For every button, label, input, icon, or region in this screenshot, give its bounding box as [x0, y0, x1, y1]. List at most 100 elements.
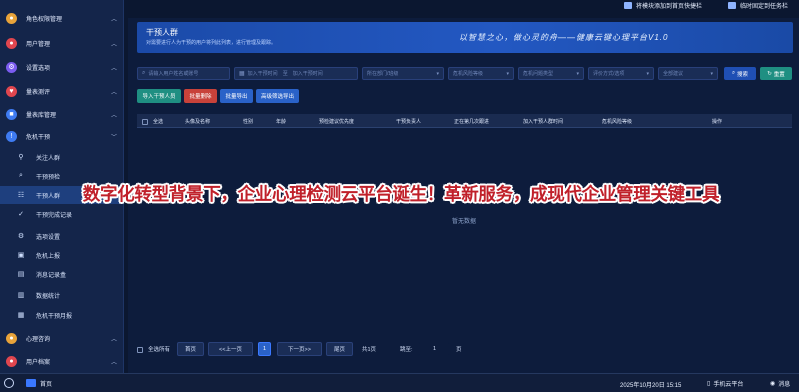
bell-icon: ◉	[770, 381, 776, 387]
messages-button[interactable]: ◉ 消息	[770, 379, 790, 388]
first-page-button[interactable]: 首页	[177, 342, 204, 356]
sidebar-subitem-inbox[interactable]: ▤ 消息记录盒	[0, 265, 123, 283]
report-icon: ▦	[17, 312, 25, 319]
alert-icon: !	[6, 130, 17, 142]
advanced-filter-button[interactable]: 高级筛选导出	[256, 89, 299, 103]
sidebar-subitem-options[interactable]: ⚙ 选项设置	[0, 227, 123, 245]
col-join-time: 加入干预人群时间	[523, 119, 564, 125]
check-icon: ✓	[18, 211, 24, 218]
sidebar-item-archives[interactable]: ● 用户档案 ︿	[0, 352, 123, 370]
empty-state: 暂无数据	[452, 219, 477, 225]
sidebar-item-users[interactable]: ● 用户管理 ︿	[0, 34, 123, 52]
sidebar-item-counseling[interactable]: ● 心理咨询 ︿	[0, 329, 123, 347]
refresh-icon: ↻	[767, 70, 772, 77]
jump-page-input[interactable]: 1	[418, 342, 450, 356]
reset-button[interactable]: ↻ 重置	[760, 67, 792, 80]
dept-select[interactable]: 所在部门/班级 ▾	[362, 67, 444, 80]
power-icon[interactable]	[4, 378, 14, 388]
chevron-down-icon: ▾	[646, 70, 649, 77]
sidebar-subitem-records[interactable]: ✓ 干预完成记录	[0, 205, 123, 223]
jump-label: 跳至:	[400, 347, 413, 353]
monitor-icon	[26, 379, 36, 387]
name-search-input[interactable]: ⌕ 请输入用户姓名或账号	[137, 67, 230, 80]
col-gender: 性别	[243, 119, 254, 125]
inbox-icon: ▤	[17, 271, 25, 278]
add-shortcut-button[interactable]: 将模块添加到首页快捷栏	[624, 0, 702, 10]
col-priority: 预检建议优先度	[319, 119, 355, 125]
page-suffix: 页	[456, 347, 462, 353]
prev-page-button[interactable]: <<上一页	[208, 342, 253, 356]
heart-icon: ♥	[6, 85, 17, 97]
chevron-up-icon: ︿	[110, 41, 117, 48]
users-icon: ●	[6, 37, 17, 49]
search-icon: ⌕	[142, 70, 146, 76]
gear-icon: ⚙	[17, 233, 25, 240]
chevron-up-icon: ︿	[110, 336, 117, 343]
overlay-caption: 数字化转型背景下，企业心理检测云平台诞生！革新服务，成现代企业管理关键工具	[82, 185, 720, 205]
table-header: 全选 头像及名称 性别 年龄 预检建议优先度 干预负责人 正在第几次跟进 加入干…	[137, 114, 792, 128]
type-select[interactable]: 危机问题类型 ▾	[518, 67, 584, 80]
chevron-up-icon: ︿	[110, 16, 117, 23]
chevron-up-icon: ︿	[110, 359, 117, 366]
chart-icon: ▥	[17, 292, 25, 299]
sidebar-item-settings[interactable]: ⚙ 设置选项 ︿	[0, 58, 123, 76]
sidebar-subitem-monthly[interactable]: ▦ 危机干预月报	[0, 306, 123, 324]
col-name: 头像及名称	[185, 119, 211, 125]
batch-delete-button[interactable]: 批量删除	[184, 89, 217, 103]
chevron-down-icon: ▾	[436, 70, 439, 77]
chevron-down-icon: ▾	[710, 70, 713, 77]
pager-select-all[interactable]: 全选所有	[137, 345, 170, 353]
mobile-icon: ▯	[707, 381, 711, 387]
chevron-up-icon: ︿	[110, 65, 117, 72]
database-icon: ■	[6, 108, 17, 120]
select-all-checkbox[interactable]: 全选	[142, 118, 163, 125]
import-button[interactable]: 导入干预人员	[137, 89, 181, 103]
search-icon: ⌕	[731, 70, 736, 76]
last-page-button[interactable]: 尾页	[326, 342, 353, 356]
chat-icon: ●	[6, 332, 17, 344]
col-actions: 操作	[712, 119, 723, 125]
taskbar-home-button[interactable]: 首页	[26, 377, 52, 389]
total-pages: 共1页	[362, 347, 377, 353]
folder-icon: ●	[6, 355, 17, 367]
chevron-down-icon: ▾	[576, 70, 579, 77]
chevron-up-icon: ︿	[110, 112, 117, 119]
checkbox-icon	[142, 118, 148, 125]
sidebar-item-scale-library[interactable]: ■ 量表库管理 ︿	[0, 105, 123, 123]
search-button[interactable]: ⌕ 搜索	[724, 67, 756, 80]
datetime: 2025年10月20日 15:15	[620, 383, 682, 389]
sidebar-subitem-focus[interactable]: ⚲ 关注人群	[0, 148, 123, 166]
shortcut-icon	[624, 1, 632, 9]
next-page-button[interactable]: 下一页>>	[277, 342, 322, 356]
sidebar-item-assessment[interactable]: ♥ 量表测评 ︿	[0, 82, 123, 100]
sidebar-item-roles[interactable]: ● 角色权限管理 ︿	[0, 9, 123, 27]
suggest-select[interactable]: 全部建议 ▾	[658, 67, 718, 80]
taskbar: 首页 2025年10月20日 15:15 ▯ 手机云平台 ◉ 消息	[0, 373, 799, 392]
risk-select[interactable]: 危机风险等级 ▾	[448, 67, 514, 80]
mobile-platform-button[interactable]: ▯ 手机云平台	[707, 379, 743, 388]
banner-slogan: 以智慧之心，做心灵的舟——健康云键心理平台V1.0	[459, 33, 669, 42]
current-page-button[interactable]: 1	[258, 342, 271, 356]
checkbox-icon	[137, 346, 143, 353]
pin-icon: ⚲	[18, 154, 24, 161]
sidebar-item-crisis[interactable]: ! 危机干预 ﹀	[0, 127, 123, 145]
search-icon: ⌕	[19, 172, 23, 179]
page-subtitle: 对需要进行人为干预的用户将列此列表，进行管理及跟踪。	[146, 40, 277, 46]
pin-taskbar-button[interactable]: 临时固定到任务栏	[728, 0, 788, 10]
col-owner: 干预负责人	[396, 119, 422, 125]
chevron-down-icon: ▾	[506, 70, 509, 77]
sidebar-subitem-stats[interactable]: ▥ 数据统计	[0, 286, 123, 304]
sidebar-subitem-report[interactable]: ▣ 危机上报	[0, 246, 123, 264]
user-shield-icon: ●	[6, 12, 17, 24]
page-title: 干预人群	[146, 28, 178, 37]
group-icon: ☷	[17, 192, 25, 199]
col-followup: 正在第几次跟进	[454, 119, 490, 125]
pin-icon	[728, 1, 736, 9]
calendar-icon: ▦	[239, 71, 245, 77]
col-age: 年龄	[276, 119, 287, 125]
gear-icon: ⚙	[6, 61, 17, 73]
batch-export-button[interactable]: 批量导出	[220, 89, 253, 103]
upload-icon: ▣	[17, 252, 25, 259]
method-select[interactable]: 评价方式/选项 ▾	[588, 67, 654, 80]
time-range-picker[interactable]: ▦ 加入干预时间 至 加入干预时间	[234, 67, 358, 80]
